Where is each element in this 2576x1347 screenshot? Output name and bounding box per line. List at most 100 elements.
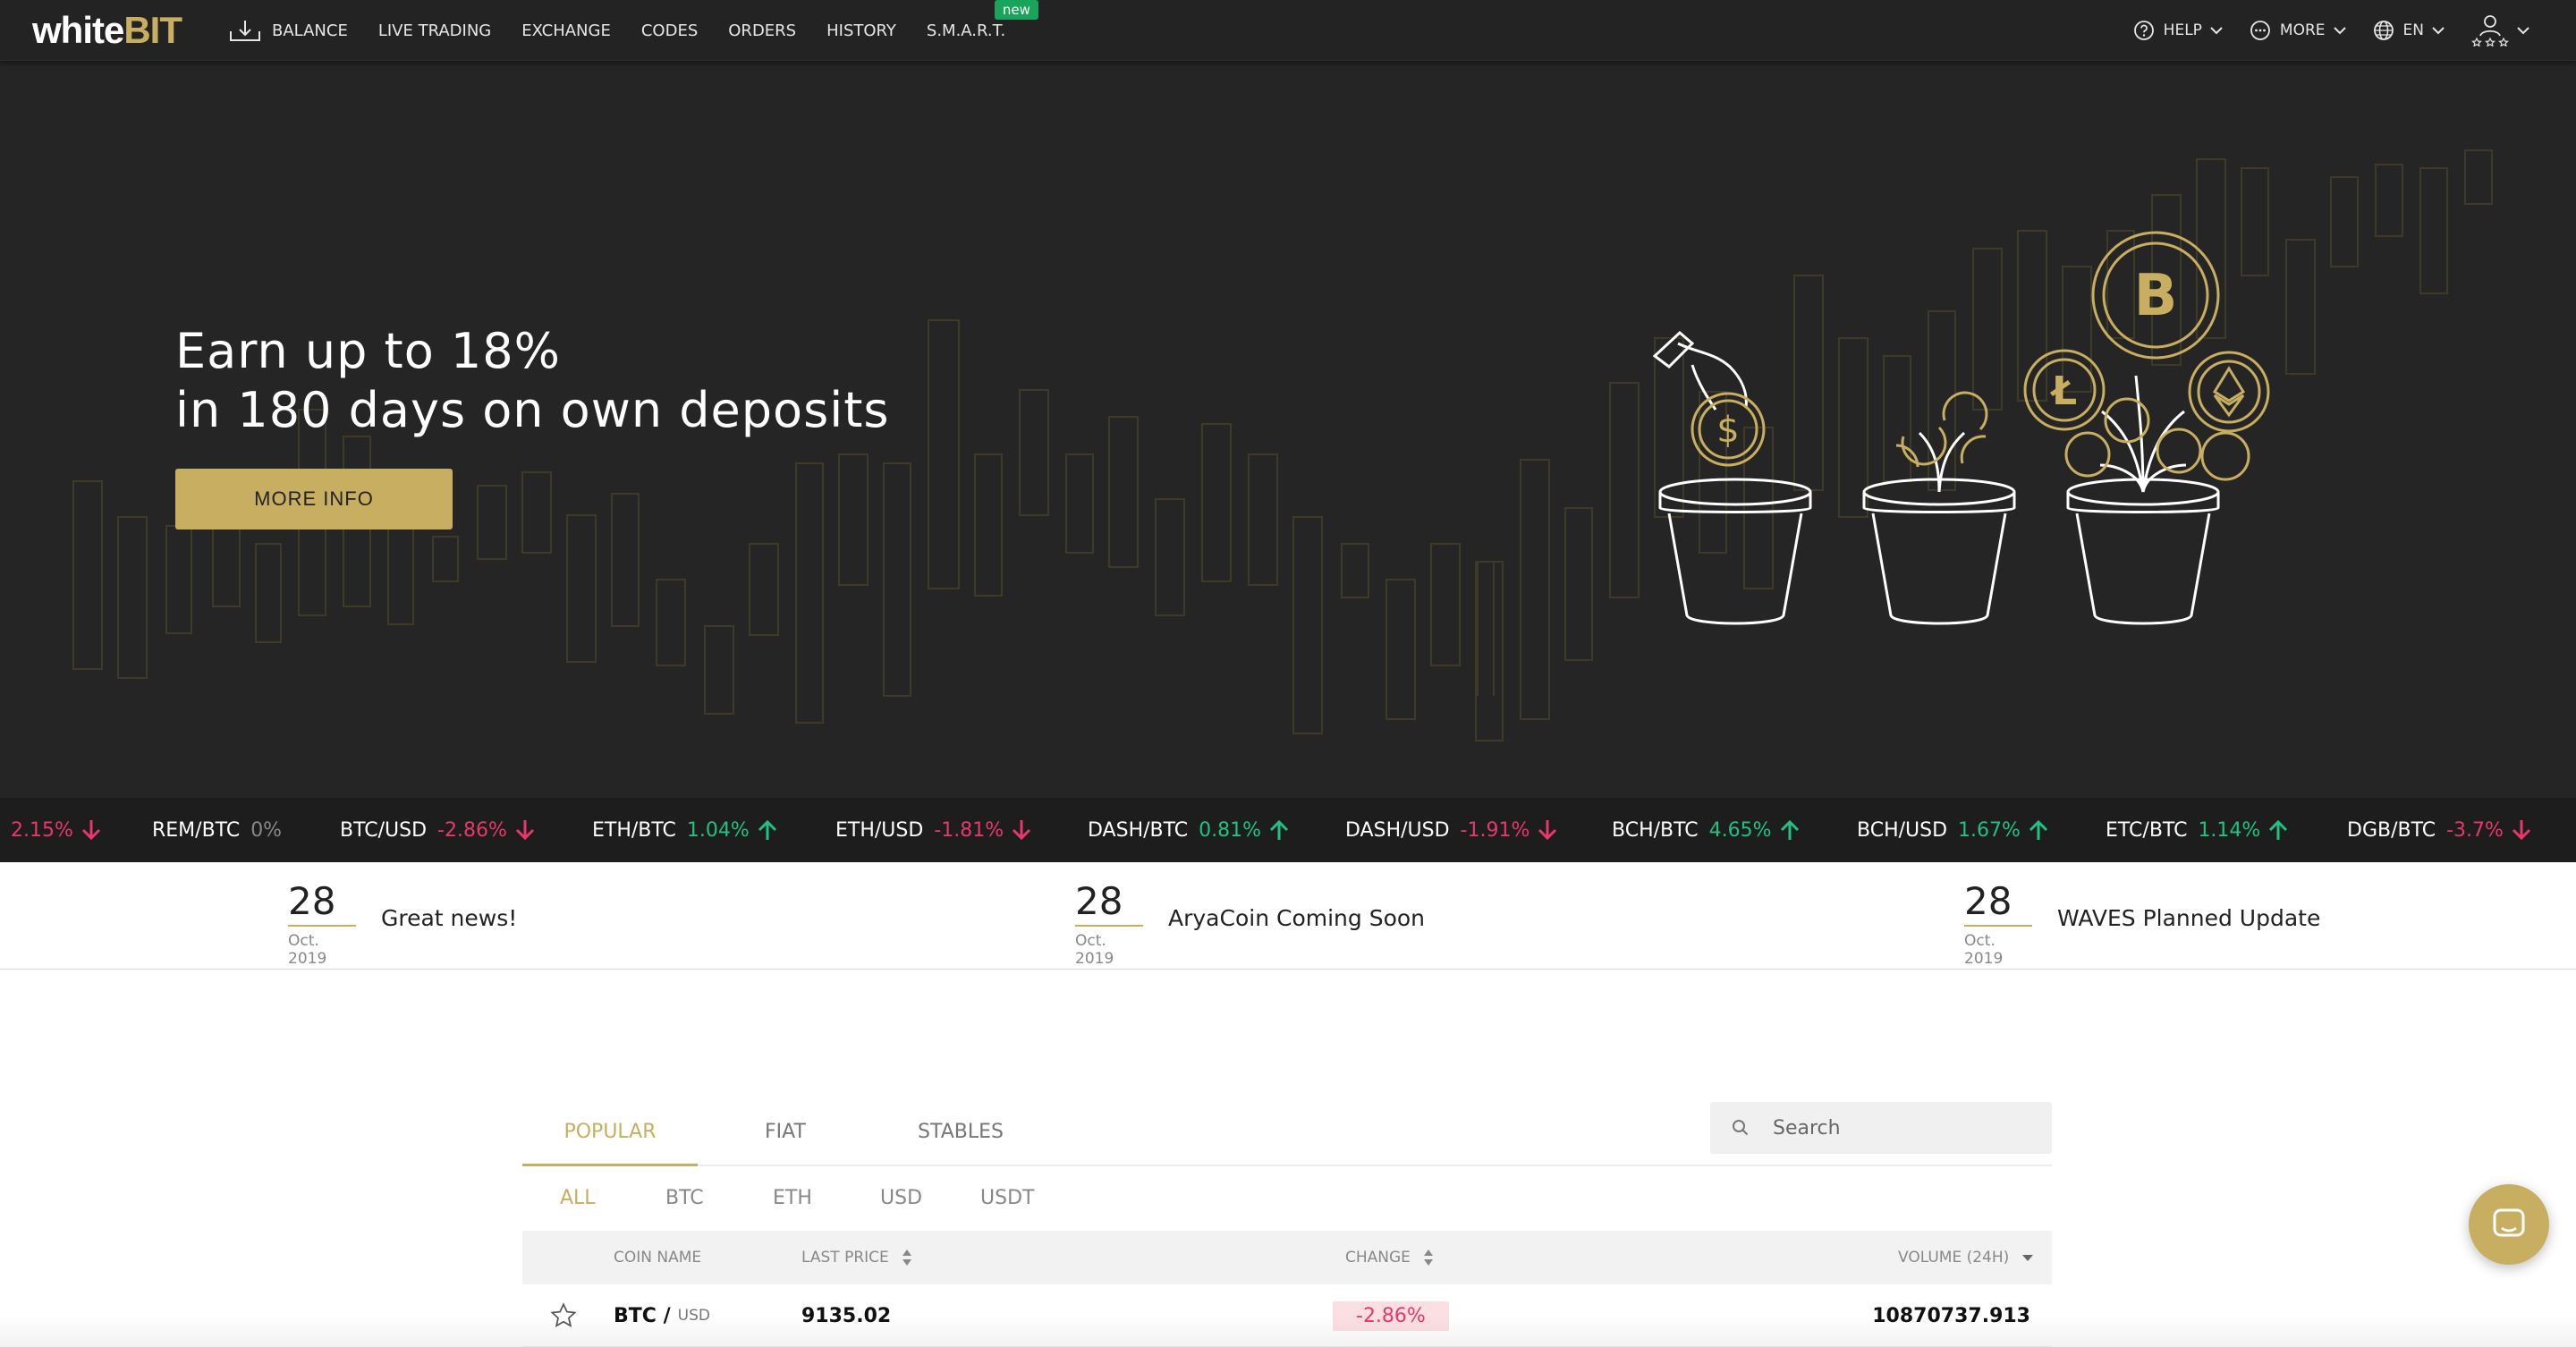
search-input[interactable] bbox=[1773, 1102, 2041, 1154]
news-day: 28 bbox=[1075, 882, 1143, 927]
more-label: MORE bbox=[2279, 21, 2326, 39]
news-day: 28 bbox=[1964, 882, 2032, 927]
news-day: 28 bbox=[288, 882, 356, 927]
ticker-pair: BCH/USD bbox=[1857, 818, 1948, 842]
news-title: Great news! bbox=[381, 905, 518, 931]
sort-icon bbox=[1423, 1250, 1433, 1266]
help-menu[interactable]: HELP bbox=[2133, 20, 2223, 41]
col-coin-name-label: COIN NAME bbox=[614, 1249, 702, 1267]
hero-line-1: Earn up to 18% bbox=[175, 323, 561, 379]
download-icon bbox=[230, 21, 260, 41]
ticker-item[interactable]: REM/BTC 0% bbox=[152, 798, 289, 862]
ticker-item[interactable]: BCH/BTC 4.65% bbox=[1612, 798, 1801, 862]
ticker-item[interactable]: BCH/USD 1.67% bbox=[1857, 798, 2049, 862]
change-cell: -2.86% bbox=[1333, 1284, 1449, 1347]
nav-smart-label: S.M.A.R.T. bbox=[926, 21, 1006, 40]
ticker-change: -2.86% bbox=[437, 818, 507, 842]
chevron-down-icon bbox=[2517, 27, 2529, 35]
col-change[interactable]: CHANGE bbox=[1345, 1231, 1434, 1284]
ticker-item[interactable]: DGB/BTC -3.7% bbox=[2347, 798, 2532, 862]
subtab-usdt[interactable]: USDT bbox=[980, 1168, 1034, 1229]
help-label: HELP bbox=[2163, 21, 2202, 39]
arrow-down-icon bbox=[1013, 820, 1031, 841]
more-info-button[interactable]: MORE INFO bbox=[175, 469, 453, 529]
search-icon bbox=[1733, 1120, 1749, 1136]
subtab-usd[interactable]: USD bbox=[880, 1168, 922, 1229]
arrow-up-icon bbox=[2029, 819, 2047, 840]
col-volume-label: VOLUME (24H) bbox=[1898, 1249, 2010, 1267]
whitebit-logo[interactable]: white BIT bbox=[32, 9, 182, 52]
subtab-eth[interactable]: ETH bbox=[773, 1168, 812, 1229]
news-month: Oct. 2019 bbox=[288, 932, 327, 968]
ticker-item[interactable]: ETH/BTC 1.04% bbox=[592, 798, 778, 862]
ticker-pair: ETC/BTC bbox=[2106, 818, 2188, 842]
ticker-pair: BTC/USD bbox=[340, 818, 428, 842]
ticker-pair: ETH/USD bbox=[835, 818, 924, 842]
ticker-pair: ETH/BTC bbox=[592, 818, 676, 842]
news-item[interactable]: 28 Oct. 2019 AryaCoin Coming Soon bbox=[1075, 882, 1425, 968]
coin-base: BTC / bbox=[614, 1304, 671, 1327]
ticker-item[interactable]: DASH/BTC 0.81% bbox=[1088, 798, 1290, 862]
favorite-star[interactable] bbox=[549, 1284, 578, 1347]
ticker-change: 0% bbox=[250, 818, 283, 842]
ticker-pair: BCH/BTC bbox=[1612, 818, 1699, 842]
ticker-change: 0.81% bbox=[1199, 818, 1262, 842]
news-title: WAVES Planned Update bbox=[2057, 905, 2321, 931]
news-date: 28 Oct. 2019 bbox=[1964, 882, 2036, 968]
price-ticker: 2.15% REM/BTC 0% BTC/USD -2.86% ETH/BTC … bbox=[0, 798, 2576, 862]
more-menu[interactable]: MORE bbox=[2250, 20, 2346, 41]
nav-history[interactable]: HISTORY bbox=[826, 0, 896, 61]
coin-pair: BTC / USD bbox=[614, 1284, 710, 1347]
col-last-price[interactable]: LAST PRICE bbox=[801, 1231, 912, 1284]
chevron-down-icon bbox=[2432, 27, 2445, 35]
subtab-all[interactable]: ALL bbox=[560, 1168, 596, 1229]
sort-icon bbox=[902, 1250, 911, 1266]
nav-balance-label: BALANCE bbox=[272, 21, 348, 40]
col-volume[interactable]: VOLUME (24H) bbox=[1898, 1231, 2034, 1284]
hero-line-2: in 180 days on own deposits bbox=[175, 382, 890, 438]
crypto-plants-illustration: $ B Ł bbox=[1652, 231, 2270, 625]
ticker-item[interactable]: ETH/USD -1.81% bbox=[835, 798, 1032, 862]
news-item[interactable]: 28 Oct. 2019 Great news! bbox=[288, 882, 517, 968]
sort-desc-icon bbox=[2022, 1255, 2034, 1261]
tab-fiat[interactable]: FIAT bbox=[698, 1098, 873, 1166]
news-item[interactable]: 28 Oct. 2019 WAVES Planned Update bbox=[1964, 882, 2320, 968]
col-change-label: CHANGE bbox=[1345, 1249, 1411, 1267]
chevron-down-icon bbox=[2333, 27, 2346, 35]
language-menu[interactable]: EN bbox=[2373, 20, 2445, 41]
nav-exchange[interactable]: EXCHANGE bbox=[521, 0, 611, 61]
ticker-item[interactable]: DASH/USD -1.91% bbox=[1345, 798, 1558, 862]
chat-widget-button[interactable] bbox=[2469, 1184, 2549, 1265]
tab-stables[interactable]: STABLES bbox=[873, 1098, 1048, 1166]
nav-orders[interactable]: ORDERS bbox=[728, 0, 796, 61]
nav-exchange-label: EXCHANGE bbox=[521, 21, 611, 40]
svg-text:Ł: Ł bbox=[2050, 369, 2077, 414]
nav-live-trading[interactable]: LIVE TRADING bbox=[378, 0, 491, 61]
account-menu[interactable] bbox=[2471, 14, 2529, 47]
ticker-item[interactable]: 2.15% bbox=[0, 798, 102, 862]
ticker-change: 1.04% bbox=[686, 818, 750, 842]
col-coin-name[interactable]: COIN NAME bbox=[614, 1231, 701, 1284]
nav-codes[interactable]: CODES bbox=[641, 0, 698, 61]
nav-history-label: HISTORY bbox=[826, 21, 896, 40]
nav-right: HELP MORE EN bbox=[2106, 0, 2529, 61]
arrow-down-icon bbox=[515, 820, 534, 841]
star-icon bbox=[550, 1302, 577, 1328]
table-row[interactable]: BTC / USD 9135.02 -2.86% 10870737.913 bbox=[522, 1284, 2052, 1347]
ticker-change: -1.81% bbox=[934, 818, 1004, 842]
tab-popular[interactable]: POPULAR bbox=[522, 1098, 698, 1166]
question-circle-icon bbox=[2133, 21, 2154, 40]
user-rating-icon bbox=[2471, 15, 2509, 47]
subtab-btc[interactable]: BTC bbox=[665, 1168, 704, 1229]
logo-white-text: white bbox=[32, 9, 124, 51]
nav-smart[interactable]: S.M.A.R.T. new bbox=[926, 0, 1038, 61]
nav-balance[interactable]: BALANCE bbox=[229, 0, 348, 61]
ticker-pair: DASH/BTC bbox=[1088, 818, 1189, 842]
news-strip: 28 Oct. 2019 Great news! 28 Oct. 2019 Ar… bbox=[0, 862, 2576, 970]
more-dots-icon bbox=[2250, 21, 2270, 40]
nav-live-trading-label: LIVE TRADING bbox=[377, 21, 492, 40]
news-title: AryaCoin Coming Soon bbox=[1168, 905, 1425, 931]
ticker-item[interactable]: BTC/USD -2.86% bbox=[340, 798, 536, 862]
language-label: EN bbox=[2402, 21, 2424, 39]
ticker-item[interactable]: ETC/BTC 1.14% bbox=[2106, 798, 2289, 862]
